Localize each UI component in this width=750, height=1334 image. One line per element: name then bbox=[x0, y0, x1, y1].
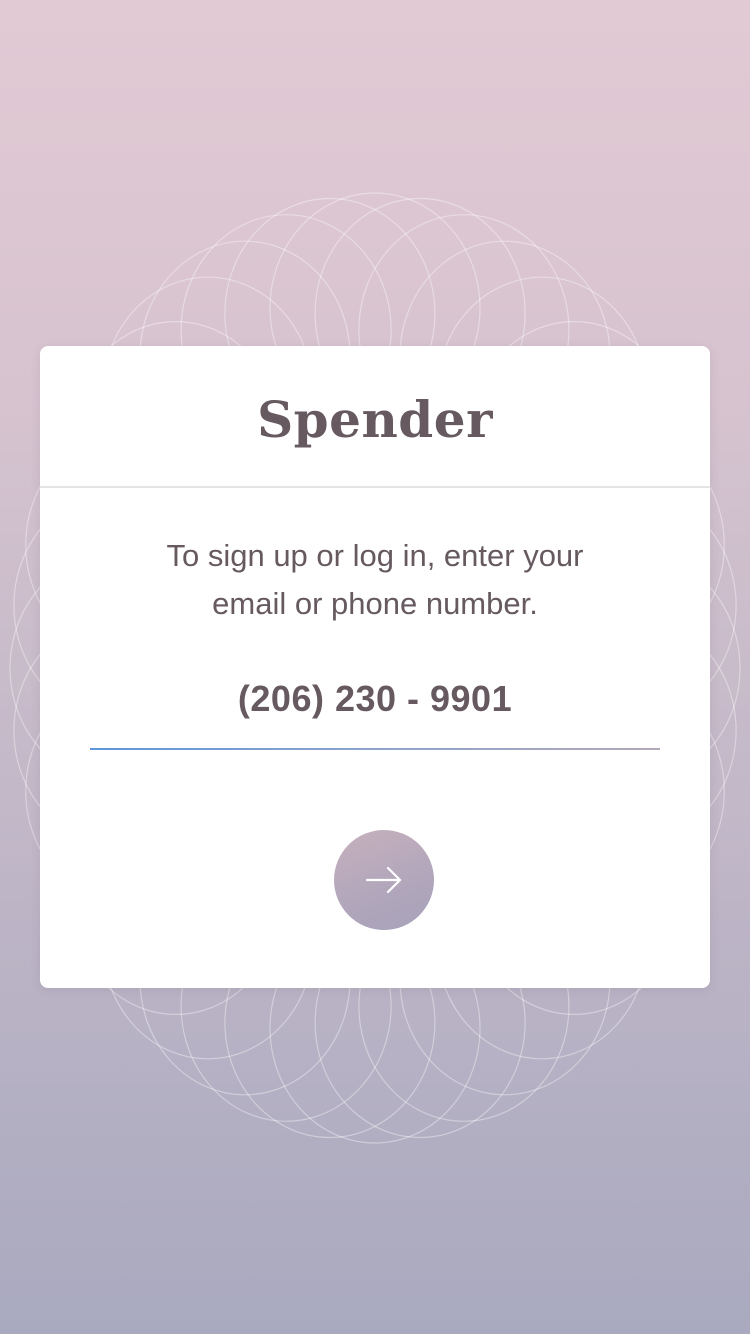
login-card: Spender To sign up or log in, enter your… bbox=[40, 346, 710, 988]
email-or-phone-input[interactable]: (206) 230 - 9901 bbox=[90, 660, 660, 750]
app-logo-title: Spender bbox=[257, 389, 493, 449]
arrow-right-icon bbox=[365, 866, 402, 894]
phone-input-value: (206) 230 - 9901 bbox=[237, 678, 513, 719]
input-underline bbox=[90, 748, 660, 750]
next-button[interactable] bbox=[334, 830, 434, 930]
instruction-line-2: email or phone number. bbox=[212, 586, 538, 621]
card-header: Spender bbox=[40, 346, 710, 488]
login-instructions: To sign up or log in, enter your email o… bbox=[40, 532, 710, 628]
instruction-line-1: To sign up or log in, enter your bbox=[166, 538, 584, 573]
